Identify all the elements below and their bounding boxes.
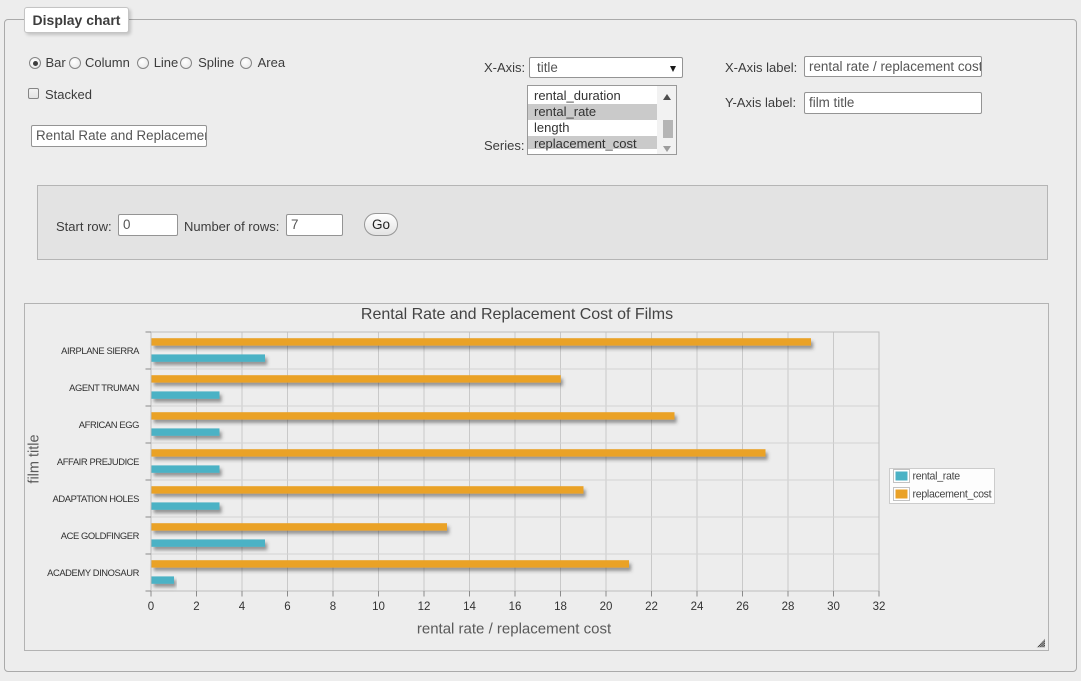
svg-text:ADAPTATION HOLES: ADAPTATION HOLES — [53, 493, 140, 504]
svg-text:30: 30 — [827, 601, 840, 613]
svg-text:rental rate / replacement cost: rental rate / replacement cost — [417, 621, 612, 638]
svg-text:AFFAIR PREJUDICE: AFFAIR PREJUDICE — [57, 456, 139, 467]
svg-text:22: 22 — [645, 601, 658, 613]
svg-text:6: 6 — [284, 601, 290, 613]
svg-text:film title: film title — [27, 434, 43, 483]
svg-text:ACADEMY DINOSAUR: ACADEMY DINOSAUR — [47, 567, 140, 578]
svg-text:AIRPLANE SIERRA: AIRPLANE SIERRA — [61, 345, 140, 356]
svg-text:rental_rate: rental_rate — [913, 471, 961, 483]
svg-text:AGENT TRUMAN: AGENT TRUMAN — [69, 382, 139, 393]
svg-text:8: 8 — [330, 601, 336, 613]
svg-text:10: 10 — [372, 601, 385, 613]
svg-text:4: 4 — [239, 601, 246, 613]
svg-text:Rental Rate and Replacement Co: Rental Rate and Replacement Cost of Film… — [361, 306, 673, 323]
svg-text:replacement_cost: replacement_cost — [913, 489, 992, 501]
svg-text:2: 2 — [193, 601, 199, 613]
svg-text:18: 18 — [554, 601, 567, 613]
svg-text:12: 12 — [418, 601, 431, 613]
svg-text:16: 16 — [509, 601, 522, 613]
svg-text:0: 0 — [148, 601, 154, 613]
svg-text:AFRICAN EGG: AFRICAN EGG — [79, 419, 139, 430]
svg-text:14: 14 — [463, 601, 476, 613]
svg-text:26: 26 — [736, 601, 749, 613]
svg-text:20: 20 — [600, 601, 613, 613]
svg-text:28: 28 — [782, 601, 795, 613]
svg-text:ACE GOLDFINGER: ACE GOLDFINGER — [61, 530, 140, 541]
svg-text:32: 32 — [873, 601, 886, 613]
svg-text:24: 24 — [691, 601, 704, 613]
